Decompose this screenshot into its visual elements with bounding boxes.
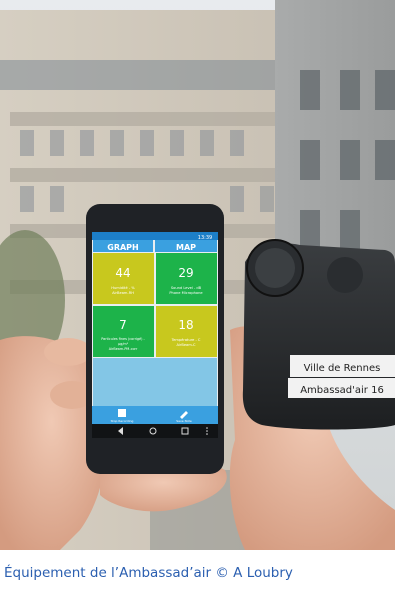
tile-sound-value: 29 [178,266,193,280]
tile-pm-value: 7 [119,318,127,332]
tile-sound-line2: Phone Microphone [169,291,203,295]
sensor-label-1: Ville de Rennes [304,363,381,374]
photo-caption: Équipement de l’Ambassad’air © A Loubry [4,565,293,581]
sensor-label-2: Ambassad'air 16 [300,385,384,396]
tab-graph-label: GRAPH [107,243,138,252]
photo: 13:39 GRAPH MAP 44 Humidité - % AirBeam-… [0,0,395,550]
tile-humidity-line1: Humidité - % [111,286,135,290]
tile-pm-line3: AirBeam-PM-corr [109,347,138,351]
menu-icon[interactable] [206,427,208,435]
save-note-label: Save Note [176,419,192,423]
tile-temperature-line2: AirBeam-C [176,343,196,347]
stop-recording-label: Stop Recording [111,419,134,423]
tile-temperature-line1: Température - C [171,338,201,342]
tile-pm-line2: µg/m³ [118,342,129,346]
tab-map-label: MAP [176,243,196,252]
tile-pm-line1: Particules fines (corrigé) - [101,337,145,341]
photo-illustration: 13:39 GRAPH MAP 44 Humidité - % AirBeam-… [0,0,395,550]
tile-humidity-line2: AirBeam-RH [112,291,134,295]
tile-temperature-value: 18 [178,318,193,332]
tile-sound-line1: Sound Level - dB [171,286,202,290]
stop-icon[interactable] [118,409,126,417]
tile-humidity-value: 44 [115,266,130,280]
